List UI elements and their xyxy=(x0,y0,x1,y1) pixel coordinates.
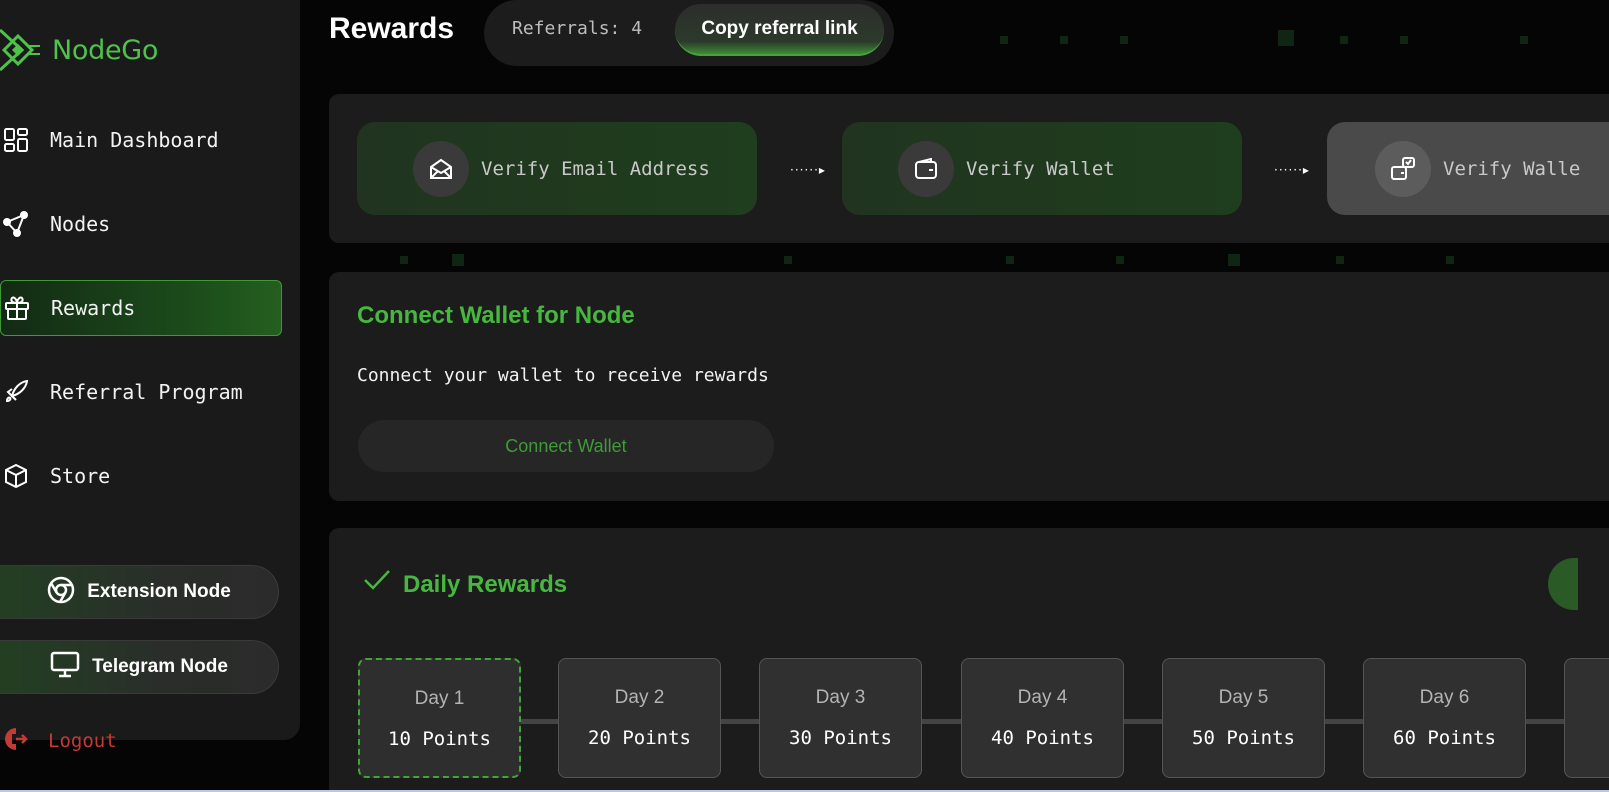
copy-referral-link-button[interactable]: Copy referral link xyxy=(675,4,884,56)
day-points: 40 Points xyxy=(991,727,1094,749)
step-verify-wallet[interactable]: Verify Wallet xyxy=(842,122,1242,215)
day-label: Day 5 xyxy=(1218,687,1269,708)
checkmark-icon xyxy=(363,568,391,596)
sidebar-item-nodes[interactable]: Nodes xyxy=(0,196,282,252)
sidebar-item-rewards[interactable]: Rewards xyxy=(0,280,282,336)
day-points: 30 Points xyxy=(789,727,892,749)
telegram-node-label: Telegram Node xyxy=(92,656,228,677)
logout-label: Logout xyxy=(48,730,117,752)
connect-wallet-title: Connect Wallet for Node xyxy=(357,302,635,329)
sidebar-item-label: Nodes xyxy=(50,212,111,236)
extension-node-button[interactable]: Extension Node xyxy=(0,565,279,619)
step-arrow-icon: ······▸ xyxy=(790,163,826,177)
day-label: Day 4 xyxy=(1017,687,1068,708)
sidebar-item-store[interactable]: Store xyxy=(0,448,282,504)
chrome-icon xyxy=(47,576,75,608)
day-label: Day 6 xyxy=(1419,687,1470,708)
step-verify-wallet-pending[interactable]: Verify Walle xyxy=(1327,122,1609,215)
connect-wallet-subtitle: Connect your wallet to receive rewards xyxy=(357,365,769,386)
sidebar-nav: Main Dashboard Nodes Rewards Referral Pr… xyxy=(0,112,282,532)
day-label: Day 3 xyxy=(815,687,866,708)
rocket-icon xyxy=(2,378,30,406)
sidebar-item-label: Referral Program xyxy=(50,380,243,404)
grid-icon xyxy=(2,126,30,154)
brand-name: NodeGo xyxy=(52,34,159,66)
step-arrow-icon: ······▸ xyxy=(1274,163,1310,177)
nodes-icon xyxy=(2,210,30,238)
day-points: 50 Points xyxy=(1192,727,1295,749)
extension-node-label: Extension Node xyxy=(87,581,231,602)
sidebar-item-main-dashboard[interactable]: Main Dashboard xyxy=(0,112,282,168)
day-points: 20 Points xyxy=(588,727,691,749)
day-card[interactable]: Day 5 50 Points xyxy=(1162,658,1325,778)
sidebar-item-referral-program[interactable]: Referral Program xyxy=(0,364,282,420)
brand-logo[interactable]: NodeGo xyxy=(0,22,158,78)
page-title: Rewards xyxy=(329,12,455,45)
daily-rewards-title: Daily Rewards xyxy=(403,571,568,598)
logout-icon xyxy=(4,726,28,756)
sidebar-item-label: Rewards xyxy=(51,296,136,320)
daily-rewards-panel: Daily Rewards Day 1 10 Points Day 2 20 P… xyxy=(329,528,1609,792)
nodego-logo-icon xyxy=(0,28,40,72)
logout-button[interactable]: Logout xyxy=(4,726,117,756)
step-label: Verify Wallet xyxy=(966,157,1115,180)
sidebar-item-label: Store xyxy=(50,464,111,488)
day-card[interactable]: Day 2 20 Points xyxy=(558,658,721,778)
verification-steps-panel: Verify Email Address Verify Wallet Verif… xyxy=(329,94,1609,243)
step-verify-email[interactable]: Verify Email Address xyxy=(357,122,757,215)
day-card[interactable]: Day 1 10 Points xyxy=(358,658,521,778)
envelope-icon xyxy=(413,140,469,197)
step-label: Verify Email Address xyxy=(481,157,710,180)
sidebar-item-label: Main Dashboard xyxy=(50,128,219,152)
telegram-node-button[interactable]: Telegram Node xyxy=(0,640,279,694)
day-label: Day 2 xyxy=(614,687,665,708)
day-card[interactable]: Day 6 60 Points xyxy=(1363,658,1526,778)
monitor-icon xyxy=(50,651,80,683)
referral-count: Referrals: 4 xyxy=(512,18,643,39)
cube-icon xyxy=(2,462,30,490)
day-card[interactable]: Day 4 40 Points xyxy=(961,658,1124,778)
day-card[interactable]: Day 3 30 Points xyxy=(759,658,922,778)
day-points: 10 Points xyxy=(388,728,491,750)
day-label: Day 1 xyxy=(414,688,465,709)
claim-button-edge[interactable] xyxy=(1548,558,1578,610)
step-label: Verify Walle xyxy=(1443,157,1581,180)
connect-wallet-button[interactable]: Connect Wallet xyxy=(358,420,774,472)
day-points: 60 Points xyxy=(1393,727,1496,749)
gift-icon xyxy=(3,294,31,322)
sidebar: NodeGo Main Dashboard Nodes Rewards Refe… xyxy=(0,0,300,740)
day-card-partial[interactable] xyxy=(1564,658,1609,778)
wallet-icon xyxy=(898,140,954,197)
wallet-check-icon xyxy=(1375,140,1431,197)
connect-wallet-panel: Connect Wallet for Node Connect your wal… xyxy=(329,272,1609,501)
